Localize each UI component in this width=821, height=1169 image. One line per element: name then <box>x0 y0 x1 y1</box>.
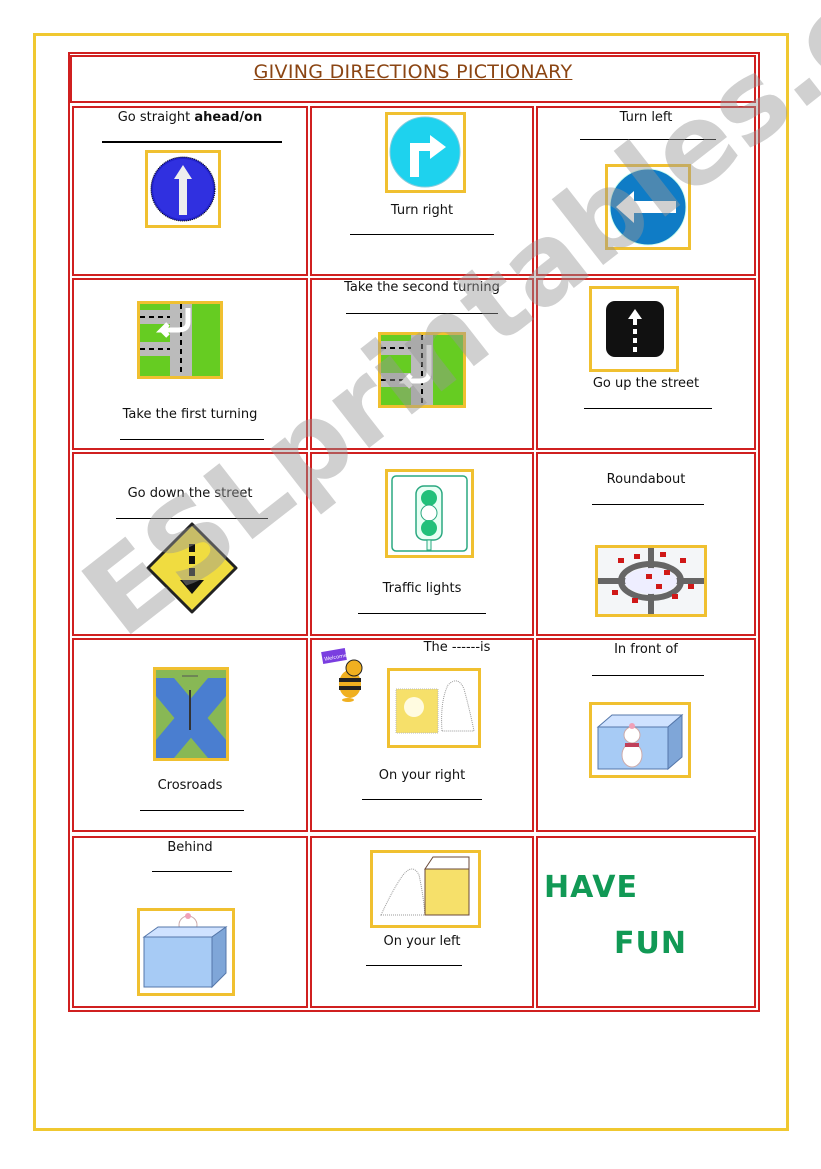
have-text: HAVE <box>544 870 638 905</box>
first-turning-map-icon <box>137 301 223 379</box>
cell-label: Take the second turning <box>344 280 500 295</box>
cell-label: Take the first turning <box>122 407 258 422</box>
cell-label: Go up the street <box>592 376 700 391</box>
answer-line <box>350 234 494 235</box>
fun-text: FUN <box>614 926 687 961</box>
cell-turn-right: Turn right <box>310 106 534 276</box>
answer-line <box>116 518 268 519</box>
cell-label: Crosroads <box>157 778 223 793</box>
page-title: GIVING DIRECTIONS PICTIONARY <box>253 61 573 83</box>
cell-turn-left: Turn left <box>536 106 756 276</box>
cell-behind: Behind <box>72 836 308 1008</box>
cell-second-turning: Take the second turning <box>310 278 534 450</box>
turn-right-sign-icon <box>385 112 466 193</box>
cell-label: Traffic lights <box>382 581 462 596</box>
answer-line <box>140 810 244 811</box>
cell-in-front-of: In front of <box>536 638 756 832</box>
answer-line <box>362 799 482 800</box>
cell-roundabout: Roundabout <box>536 452 756 636</box>
ghost-left-of-box-icon <box>370 850 481 928</box>
down-arrow-diamond-sign-icon <box>146 522 238 614</box>
answer-line <box>584 408 712 409</box>
answer-line <box>346 313 498 314</box>
cell-on-your-left: On your left <box>310 836 534 1008</box>
cell-crossroads: Crosroads <box>72 638 308 832</box>
ghost-right-of-box-icon <box>387 668 481 748</box>
cell-label: Turn left <box>619 110 673 125</box>
roundabout-illustration-icon <box>595 545 707 617</box>
answer-line <box>152 871 232 872</box>
traffic-light-icon <box>385 469 474 558</box>
answer-line <box>592 504 704 505</box>
cell-label: On your left <box>383 934 461 949</box>
cell-label: On your right <box>378 768 466 783</box>
up-arrow-button-icon <box>589 286 679 372</box>
answer-line <box>120 439 264 440</box>
crossroads-aerial-icon <box>153 667 229 761</box>
cell-header: The ------is <box>423 640 491 655</box>
cell-label: In front of <box>614 642 678 657</box>
cell-traffic-lights: Traffic lights <box>310 452 534 636</box>
answer-line <box>358 613 486 614</box>
cell-have-fun: HAVE FUN <box>536 836 756 1008</box>
cell-label: Turn right <box>390 203 454 218</box>
cell-label: Go down the street <box>127 486 253 501</box>
cat-in-front-of-box-icon <box>589 702 691 778</box>
title-cell: GIVING DIRECTIONS PICTIONARY <box>70 55 756 103</box>
cat-behind-box-icon <box>137 908 235 996</box>
cell-go-up: Go up the street <box>536 278 756 450</box>
answer-line <box>580 139 716 140</box>
cell-label: Roundabout <box>606 472 686 487</box>
second-turning-map-icon <box>378 332 466 408</box>
cell-go-straight: Go straight ahead/on <box>72 106 308 276</box>
cell-go-down: Go down the street <box>72 452 308 636</box>
cell-label: Go straight ahead/on <box>117 110 263 125</box>
one-way-up-arrow-icon <box>145 150 221 228</box>
bee-mascot-icon: Welcome <box>320 648 376 704</box>
cell-label: Behind <box>167 840 213 855</box>
turn-left-sign-icon <box>605 164 691 250</box>
cell-on-your-right: Welcome The ------is On your right <box>310 638 534 832</box>
answer-line <box>366 965 462 966</box>
answer-line <box>102 141 282 143</box>
cell-first-turning: Take the first turning <box>72 278 308 450</box>
answer-line <box>592 675 704 676</box>
